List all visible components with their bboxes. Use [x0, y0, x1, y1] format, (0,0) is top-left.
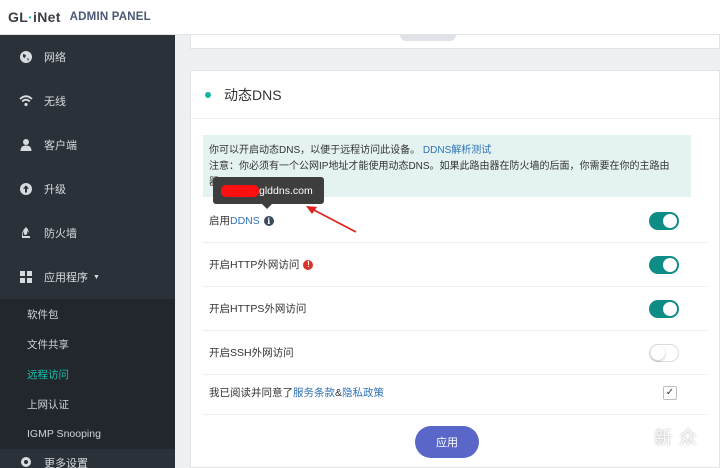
- ddns-test-link[interactable]: DDNS解析测试: [423, 145, 491, 156]
- sidebar-item-label: 更多设置: [44, 458, 88, 468]
- sidebar-item-wireless[interactable]: 无线: [0, 79, 175, 123]
- submenu-item-igmp-snooping[interactable]: IGMP Snooping: [0, 419, 175, 449]
- enable-ddns-toggle[interactable]: [649, 211, 679, 230]
- applications-submenu: 软件包 文件共享 远程访问 上网认证 IGMP Snooping: [0, 299, 175, 449]
- grid-icon: [19, 270, 33, 284]
- https-access-toggle[interactable]: [649, 299, 679, 318]
- ssh-access-toggle[interactable]: [649, 343, 679, 362]
- ddns-domain-tooltip: glddns.com: [213, 177, 324, 204]
- toggle-knob: [663, 257, 677, 272]
- warning-icon[interactable]: !: [303, 259, 314, 270]
- gl-inet-logo[interactable]: GL·iNet: [8, 9, 61, 25]
- ddns-label-link: DDNS: [230, 214, 260, 227]
- https-access-row: 开启HTTPS外网访问: [203, 287, 707, 331]
- ssh-access-row: 开启SSH外网访问: [203, 331, 707, 375]
- agreement-text: 我已阅读并同意了: [209, 387, 293, 399]
- submenu-item-remote-access[interactable]: 远程访问: [0, 359, 175, 389]
- settings-icon: [19, 455, 33, 468]
- sidebar-item-label: 防火墙: [44, 228, 77, 240]
- toggle-knob: [663, 301, 677, 316]
- terms-link[interactable]: 服务条款: [293, 385, 335, 400]
- watermark: 新 众: [654, 428, 699, 448]
- sidebar-item-label: 应用程序: [44, 272, 88, 284]
- sidebar-item-label: 无线: [44, 96, 66, 108]
- toggle-knob: [663, 213, 677, 228]
- info-text: 你可以开启动态DNS，以便于远程访问此设备。: [209, 145, 421, 156]
- http-access-toggle[interactable]: [649, 255, 679, 274]
- panel-title: ADMIN PANEL: [69, 11, 151, 23]
- toggle-knob: [651, 345, 665, 360]
- info-icon[interactable]: i: [263, 215, 274, 226]
- submenu-item-file-sharing[interactable]: 文件共享: [0, 329, 175, 359]
- agreement-row: 我已阅读并同意了 服务条款 & 隐私政策 ✓: [203, 371, 707, 415]
- top-bar: GL·iNet ADMIN PANEL: [0, 0, 720, 35]
- row-label: 启用: [209, 215, 230, 227]
- card-title: 动态DNS: [224, 86, 282, 103]
- apply-button[interactable]: 应用: [415, 426, 479, 458]
- info-note: 注意：你必须有一个公网IP地址才能使用动态DNS。如果此路由器在防火墙的后面，你…: [209, 161, 670, 172]
- enable-ddns-row: 启用 DDNS i: [203, 199, 707, 243]
- sidebar-item-upgrade[interactable]: 升级: [0, 167, 175, 211]
- sidebar: 网络 无线 客户端 升级 防火墙 应用程序 ▼ 软件包 文件共享 远程访问 上网…: [0, 35, 175, 468]
- sidebar-item-label: 客户端: [44, 140, 77, 152]
- sidebar-item-network[interactable]: 网络: [0, 35, 175, 79]
- card-header: 动态DNS: [191, 71, 719, 119]
- agreement-and: &: [335, 386, 343, 399]
- submenu-item-packages[interactable]: 软件包: [0, 299, 175, 329]
- tooltip-arrow: [262, 204, 272, 209]
- sidebar-item-clients[interactable]: 客户端: [0, 123, 175, 167]
- annotation-arrow-icon: [306, 206, 357, 233]
- sidebar-item-label: 网络: [44, 52, 66, 64]
- tooltip-text: glddns.com: [259, 184, 313, 197]
- firewall-icon: [19, 226, 33, 240]
- check-mark-icon: ✓: [665, 387, 675, 398]
- wifi-icon: [19, 94, 33, 108]
- privacy-link[interactable]: 隐私政策: [342, 385, 384, 400]
- chevron-down-icon: ▼: [93, 273, 100, 281]
- submenu-item-portal[interactable]: 上网认证: [0, 389, 175, 419]
- sidebar-item-label: 升级: [44, 184, 66, 196]
- upload-icon: [19, 182, 33, 196]
- previous-card-pill: [400, 35, 456, 41]
- row-label: 开启HTTP外网访问: [209, 259, 300, 271]
- redacted-hostname: [221, 184, 259, 197]
- globe-icon: [19, 50, 33, 64]
- status-dot: [205, 91, 211, 98]
- sidebar-item-firewall[interactable]: 防火墙: [0, 211, 175, 255]
- user-icon: [19, 138, 33, 152]
- row-label: 开启SSH外网访问: [209, 347, 294, 359]
- agreement-checkbox[interactable]: ✓: [663, 385, 677, 400]
- http-access-row: 开启HTTP外网访问 !: [203, 243, 707, 287]
- sidebar-item-more-settings[interactable]: 更多设置: [0, 453, 175, 468]
- logo-prefix: GL: [8, 9, 29, 25]
- logo-suffix: iNet: [33, 9, 61, 25]
- ddns-card: 动态DNS 你可以开启动态DNS，以便于远程访问此设备。 DDNS解析测试 注意…: [190, 70, 720, 468]
- sidebar-item-applications[interactable]: 应用程序 ▼: [0, 255, 175, 299]
- row-label: 开启HTTPS外网访问: [209, 303, 307, 315]
